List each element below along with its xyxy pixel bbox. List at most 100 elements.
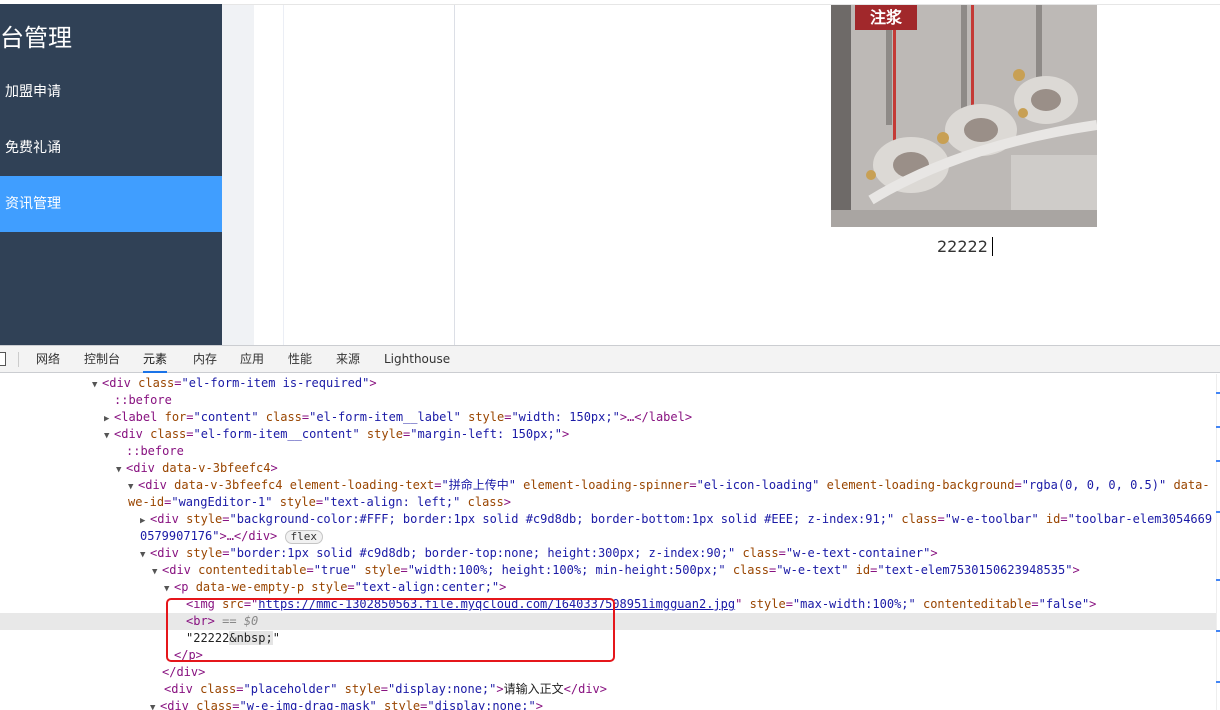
code-value: "display:none;" [388,682,497,696]
annotation-highlight-box [166,598,615,662]
code-attr: id [855,563,871,577]
expand-arrow-icon[interactable]: ▼ [150,700,160,710]
code-attr: class [742,546,779,560]
dom-node[interactable]: ▼ <div contenteditable="true" style="widt… [0,562,1216,579]
dom-node[interactable]: ▼ <div style="border:1px solid #c9d8db; b… [0,545,1216,562]
code-attr: style [468,410,505,424]
code-value: "width: 150px;" [511,410,620,424]
code-tag: > [561,427,570,441]
code-attr: class [732,563,769,577]
code-attr: data-we-empty-p [195,580,305,594]
code-value: "background-color:#FFF; border:1px solid… [229,512,895,526]
tab-performance[interactable]: 性能 [288,346,312,373]
scroll-marker [1216,681,1220,683]
sidebar-item-gift[interactable]: 免费礼诵 [0,120,222,176]
editor-panel: 注浆 22222 [254,5,1220,345]
code-tag: <label [114,410,158,424]
dom-node-wrap: 0579907176">…</div> flex [0,528,1216,545]
code-attr: style [364,563,401,577]
code-value: "placeholder" [243,682,338,696]
sidebar: 台管理 加盟申请 免费礼诵 资讯管理 [0,4,222,345]
dom-node[interactable]: ▼ <div class="el-form-item is-required"> [0,375,1216,392]
machine-photo [831,5,1097,227]
code-tag: <div [102,376,131,390]
code-value: "w-e-text" [776,563,849,577]
scroll-marker [1216,426,1220,428]
image-badge: 注浆 [855,5,917,30]
code-tag: <div [138,478,167,492]
code-pseudo: ::before [126,444,184,458]
inspect-element-icon[interactable] [0,352,6,366]
elements-scrollbar[interactable] [1216,374,1220,710]
tab-network[interactable]: 网络 [36,346,60,373]
editor-border [454,5,455,345]
sidebar-item-franchise[interactable]: 加盟申请 [0,64,222,120]
code-attr: style [344,682,381,696]
code-tag: <div [126,461,155,475]
scroll-marker [1216,579,1220,581]
code-tag: >…</label> [619,410,693,424]
code-value: "width:100%; height:100%; min-height:500… [407,563,726,577]
panel-divider [283,5,284,345]
dom-node[interactable]: ▼ <div class="w-e-img-drag-mask" style="d… [0,698,1216,710]
code-value: "false" [1038,597,1090,611]
content-gutter [222,5,254,345]
code-attr: style [279,495,316,509]
text-cursor [991,237,993,256]
code-tag: <p [174,580,189,594]
code-tag: </div> [162,665,206,679]
code-attr: we-id [128,495,165,509]
code-attr: style [749,597,786,611]
editor-image[interactable]: 注浆 [831,5,1097,227]
code-value: "text-align: left;" [323,495,461,509]
editor-caption[interactable]: 22222 [937,237,993,257]
code-tag: >…</div> [219,529,278,543]
code-attr: element-loading-spinner [523,478,690,492]
code-attr: data-v-3bfeefc4 [174,478,283,492]
code-attr: class [150,427,187,441]
dom-node[interactable]: ▶ <div style="background-color:#FFF; bord… [0,511,1216,528]
code-value: "border:1px solid #c9d8db; border-top:no… [229,546,736,560]
code-value: "text-align:center;" [354,580,500,594]
dom-node[interactable]: ▼ <p data-we-empty-p style="text-align:ce… [0,579,1216,596]
code-value: "rgba(0, 0, 0, 0.5)" [1021,478,1167,492]
code-value: "toolbar-elem3054669 [1067,512,1213,526]
dom-node[interactable]: ▼ <div data-v-3bfeefc4 element-loading-te… [0,477,1216,494]
code-tag: > [499,580,507,594]
code-tag: <div [160,699,189,710]
dom-node-wrap: we-id="wangEditor-1" style="text-align: … [128,495,511,509]
sidebar-title: 台管理 [0,24,72,52]
code-value: "w-e-toolbar" [944,512,1039,526]
caption-text: 22222 [937,237,988,256]
flex-badge[interactable]: flex [284,530,324,544]
dom-close-tag[interactable]: </div> [0,664,1216,681]
tab-memory[interactable]: 内存 [193,346,217,373]
code-attr: data- [1173,478,1210,492]
dom-pseudo[interactable]: ::before [0,443,1216,460]
code-attr: class [196,699,233,710]
sidebar-item-news[interactable]: 资讯管理 [0,176,222,232]
code-tag: > [1089,597,1097,611]
code-value: "margin-left: 150px;" [410,427,562,441]
code-value: "el-form-item__label" [309,410,461,424]
dom-node[interactable]: ▶ <label for="content" class="el-form-ite… [0,409,1216,426]
dom-node[interactable]: ▼ <div class="el-form-item__content" styl… [0,426,1216,443]
tab-application[interactable]: 应用 [240,346,264,373]
code-tag: > [503,495,511,509]
code-attr: class [265,410,302,424]
dom-node[interactable]: <div class="placeholder" style="display:… [0,681,1216,698]
code-attr: class [901,512,938,526]
tab-elements[interactable]: 元素 [143,346,168,373]
code-tag: > [369,376,377,390]
code-attr: style [384,699,421,710]
code-attr: element-loading-background [826,478,1015,492]
dom-pseudo[interactable]: ::before [0,392,1216,409]
dom-node[interactable]: ▼ <div data-v-3bfeefc4> [0,460,1216,477]
code-tag: <div [114,427,143,441]
tab-sources[interactable]: 来源 [336,346,360,373]
tab-console[interactable]: 控制台 [84,346,120,373]
code-attr: contenteditable [198,563,307,577]
code-tag: > [496,682,504,696]
code-value: "el-form-item is-required" [181,376,370,390]
tab-lighthouse[interactable]: Lighthouse [384,346,450,373]
